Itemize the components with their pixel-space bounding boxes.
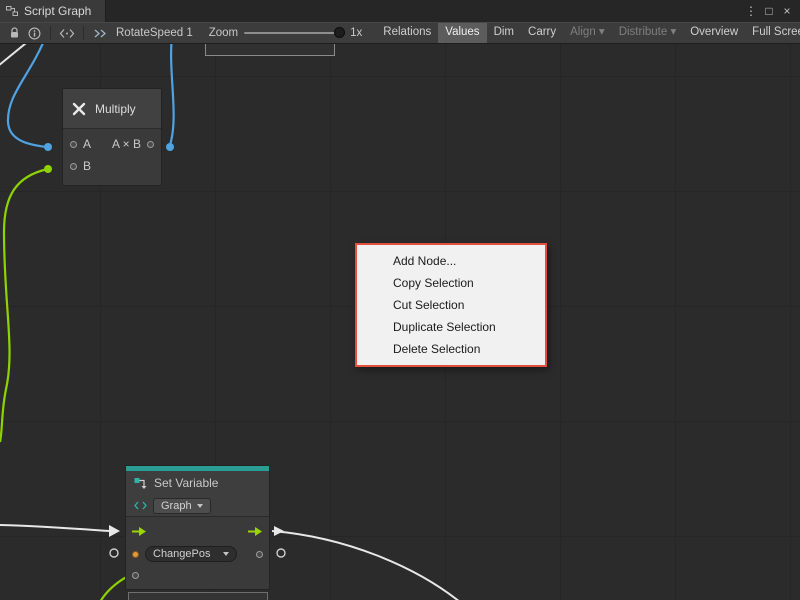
wire-blue-left bbox=[8, 44, 46, 147]
flow-in-arrowhead bbox=[109, 525, 120, 537]
graph-canvas[interactable]: Multiply A A × B B bbox=[0, 44, 800, 600]
chevron-down-icon bbox=[223, 552, 229, 556]
wire-green-left bbox=[0, 169, 48, 442]
tab-title: Script Graph bbox=[24, 4, 91, 18]
wire-blue-right bbox=[170, 44, 174, 145]
variable-dropdown-label: ChangePos bbox=[153, 548, 211, 560]
set-variable-body: ChangePos bbox=[126, 517, 269, 585]
context-menu: Add Node... Copy Selection Cut Selection… bbox=[355, 243, 547, 367]
multiply-icon bbox=[71, 101, 87, 117]
zoom-slider-knob[interactable] bbox=[334, 27, 345, 38]
window-controls: ⋮ □ × bbox=[742, 0, 800, 22]
input-port-a[interactable] bbox=[70, 141, 77, 148]
wire-white-flow-in bbox=[0, 525, 109, 531]
carry-button[interactable]: Carry bbox=[521, 22, 563, 44]
variable-row: ChangePos bbox=[126, 543, 269, 565]
menu-item-delete-selection[interactable]: Delete Selection bbox=[357, 338, 545, 360]
align-button[interactable]: Align ▾ bbox=[563, 22, 612, 44]
code-preview-icon[interactable] bbox=[57, 23, 77, 43]
set-variable-subrow: Graph bbox=[126, 495, 269, 517]
variable-output-port[interactable] bbox=[256, 551, 263, 558]
scope-dropdown-label: Graph bbox=[161, 500, 192, 512]
multiply-row-b: B bbox=[63, 155, 161, 177]
unconnected-port-left[interactable] bbox=[110, 549, 118, 557]
lock-icon[interactable] bbox=[4, 23, 24, 43]
menu-item-copy-selection[interactable]: Copy Selection bbox=[357, 272, 545, 294]
toolbar-separator bbox=[50, 26, 51, 40]
wire-white-flow-out bbox=[272, 531, 460, 600]
set-variable-icon bbox=[134, 477, 148, 490]
port-out-label: A × B bbox=[112, 137, 141, 151]
graph-breadcrumb-icon bbox=[90, 23, 110, 43]
toolbar-buttons: Relations Values Dim Carry Align ▾ Distr… bbox=[376, 22, 800, 44]
window-titlebar: Script Graph ⋮ □ × bbox=[0, 0, 800, 22]
variable-kind-icon bbox=[134, 501, 147, 510]
info-icon[interactable] bbox=[24, 23, 44, 43]
graph-toolbar: RotateSpeed 1 Zoom 1x Relations Values D… bbox=[0, 22, 800, 44]
distribute-button[interactable]: Distribute ▾ bbox=[612, 22, 684, 44]
menu-item-add-node[interactable]: Add Node... bbox=[357, 250, 545, 272]
menu-item-duplicate-selection[interactable]: Duplicate Selection bbox=[357, 316, 545, 338]
menu-item-cut-selection[interactable]: Cut Selection bbox=[357, 294, 545, 316]
window-menu-icon[interactable]: ⋮ bbox=[742, 0, 760, 22]
blue-endpoint-a[interactable] bbox=[44, 143, 52, 151]
dim-button[interactable]: Dim bbox=[487, 22, 521, 44]
output-port-axb[interactable] bbox=[147, 141, 154, 148]
port-b-label: B bbox=[83, 159, 91, 173]
partial-node-top[interactable] bbox=[205, 44, 335, 56]
multiply-node-body: A A × B B bbox=[63, 129, 161, 185]
extra-input-port[interactable] bbox=[132, 572, 139, 579]
port-a-label: A bbox=[83, 137, 91, 151]
zoom-value: 1x bbox=[350, 27, 362, 39]
toolbar-separator bbox=[83, 26, 84, 40]
multiply-node[interactable]: Multiply A A × B B bbox=[62, 88, 162, 186]
multiply-node-title: Multiply bbox=[95, 102, 136, 116]
flow-row bbox=[126, 519, 269, 543]
variable-dropdown[interactable]: ChangePos bbox=[145, 546, 237, 562]
fullscreen-button[interactable]: Full Screen bbox=[745, 22, 800, 44]
extra-port-row bbox=[126, 565, 269, 585]
wire-white-topleft bbox=[0, 44, 31, 66]
flow-input-arrow-icon[interactable] bbox=[132, 526, 147, 537]
partial-node-bottom[interactable] bbox=[128, 592, 268, 600]
unconnected-port-right[interactable] bbox=[277, 549, 285, 557]
relations-button[interactable]: Relations bbox=[376, 22, 438, 44]
tab-script-graph[interactable]: Script Graph bbox=[0, 0, 106, 22]
set-variable-title: Set Variable bbox=[154, 476, 218, 490]
overview-button[interactable]: Overview bbox=[683, 22, 745, 44]
blue-endpoint-out[interactable] bbox=[166, 143, 174, 151]
maximize-icon[interactable]: □ bbox=[760, 0, 778, 22]
multiply-node-header[interactable]: Multiply bbox=[63, 89, 161, 129]
script-graph-icon bbox=[6, 5, 18, 17]
variable-input-port[interactable] bbox=[132, 551, 139, 558]
zoom-slider[interactable] bbox=[244, 32, 344, 34]
scope-dropdown[interactable]: Graph bbox=[153, 498, 211, 514]
flow-out-arrowhead bbox=[274, 526, 284, 536]
graph-name-label[interactable]: RotateSpeed 1 bbox=[116, 27, 193, 39]
zoom-control: Zoom 1x bbox=[209, 27, 363, 39]
input-port-b[interactable] bbox=[70, 163, 77, 170]
set-variable-header[interactable]: Set Variable bbox=[126, 471, 269, 495]
close-icon[interactable]: × bbox=[778, 0, 796, 22]
values-button[interactable]: Values bbox=[438, 22, 486, 44]
flow-output-arrow-icon[interactable] bbox=[248, 526, 263, 537]
zoom-label: Zoom bbox=[209, 27, 238, 39]
multiply-row-a: A A × B bbox=[63, 133, 161, 155]
green-endpoint-b[interactable] bbox=[44, 165, 52, 173]
chevron-down-icon bbox=[197, 504, 203, 508]
set-variable-node[interactable]: Set Variable Graph bbox=[125, 465, 270, 590]
